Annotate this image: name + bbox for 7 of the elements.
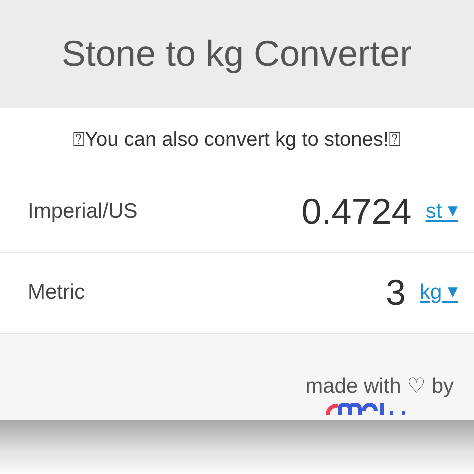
field-label: Imperial/US bbox=[28, 200, 139, 224]
calculator-title: Stone to kg Converter bbox=[62, 33, 412, 75]
value-field[interactable]: 3 bbox=[386, 272, 406, 314]
value-field[interactable]: 0.4724 bbox=[302, 191, 412, 233]
made-with-text: made with ♡ by bbox=[306, 374, 454, 399]
notice-text: ⍰You can also convert kg to stones!⍰ bbox=[73, 128, 401, 152]
field-label: Metric bbox=[28, 281, 86, 305]
